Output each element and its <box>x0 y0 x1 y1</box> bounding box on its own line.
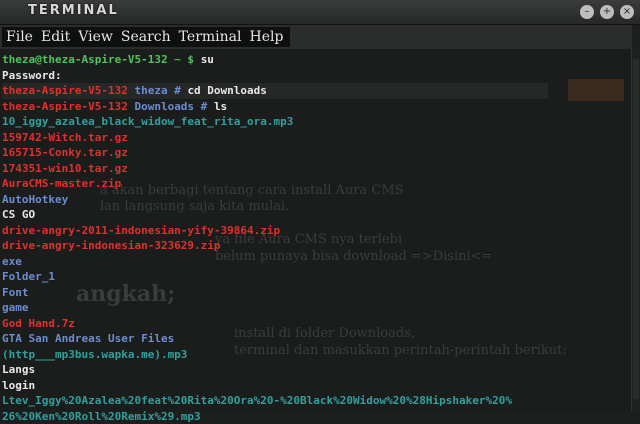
terminal-text: AuraCMS-master.zip <box>2 177 121 190</box>
terminal-line: AutoHotkey <box>2 192 548 208</box>
terminal-text: Font <box>2 286 29 299</box>
terminal-text: God Hand.7z <box>2 317 75 330</box>
terminal-text: 26%20Ken%20Roll%20Remix%29.mp3 <box>2 410 201 423</box>
terminal-line: theza-Aspire-V5-132 theza # cd Downloads <box>2 83 548 99</box>
menu-view[interactable]: View <box>74 27 117 47</box>
terminal-text: Downloads # <box>134 100 213 113</box>
menu-file[interactable]: File <box>2 27 37 47</box>
terminal-line: CS GO <box>2 207 548 223</box>
menu-bar: File Edit View Search Terminal Help <box>0 25 632 49</box>
terminal-text: 159742-Witch.tar.gz <box>2 131 128 144</box>
window-titlebar[interactable]: TERMINAL – + × <box>0 0 640 25</box>
terminal-line: 159742-Witch.tar.gz <box>2 130 548 146</box>
terminal-text: (http___mp3bus.wapka.me).mp3 <box>2 348 187 361</box>
terminal-line: 174351-win10.tar.gz <box>2 161 548 177</box>
menu-terminal[interactable]: Terminal <box>175 27 246 47</box>
terminal-line: God Hand.7z <box>2 316 548 332</box>
terminal-line: 10_iggy_azalea_black_widow_feat_rita_ora… <box>2 114 548 130</box>
terminal-text: ls <box>214 100 227 113</box>
terminal-text: login <box>2 379 35 392</box>
terminal-line: Langs <box>2 362 548 378</box>
minimize-button[interactable]: – <box>580 5 594 19</box>
terminal-line: game <box>2 300 548 316</box>
terminal-line: drive-angry-indonesian-323629.zip <box>2 238 548 254</box>
terminal-text: Ltev_Iggy%20Azalea%20feat%20Rita%20Ora%2… <box>2 394 512 407</box>
terminal-text: Folder_1 <box>2 270 55 283</box>
terminal-line: Font <box>2 285 548 301</box>
terminal-line: theza-Aspire-V5-132 Downloads # ls <box>2 99 548 115</box>
terminal-text: Password: <box>2 69 62 82</box>
menu-help[interactable]: Help <box>246 27 288 47</box>
terminal-text: theza-Aspire-V5-132 <box>2 100 134 113</box>
terminal-text: theza # <box>134 84 187 97</box>
terminal-text: theza-Aspire-V5-132 <box>2 84 134 97</box>
terminal-line: 165715-Conky.tar.gz <box>2 145 548 161</box>
terminal-line: login <box>2 378 548 394</box>
terminal-line: GTA San Andreas User Files <box>2 331 548 347</box>
terminal-text: theza@theza-Aspire-V5-132 ~ $ <box>2 53 201 66</box>
terminal-line: AuraCMS-master.zip <box>2 176 548 192</box>
terminal-output[interactable]: theza@theza-Aspire-V5-132 ~ $ suPassword… <box>2 52 548 424</box>
menu-search[interactable]: Search <box>117 27 175 47</box>
maximize-button[interactable]: + <box>600 5 614 19</box>
terminal-line: theza@theza-Aspire-V5-132 ~ $ su <box>2 52 548 68</box>
scrollbar-thumb[interactable] <box>633 59 639 399</box>
terminal-line: exe <box>2 254 548 270</box>
window-title: TERMINAL <box>28 3 119 18</box>
terminal-text: drive-angry-indonesian-323629.zip <box>2 239 221 252</box>
background-widget <box>568 79 624 101</box>
terminal-text: exe <box>2 255 22 268</box>
terminal-text: cd Downloads <box>187 84 266 97</box>
terminal-text: drive-angry-2011-indonesian-yify-39864.z… <box>2 224 280 237</box>
terminal-line: drive-angry-2011-indonesian-yify-39864.z… <box>2 223 548 239</box>
terminal-text: AutoHotkey <box>2 193 68 206</box>
terminal-line: Password: <box>2 68 548 84</box>
close-button[interactable]: × <box>620 5 634 19</box>
window-controls: – + × <box>580 5 634 19</box>
terminal-line: Ltev_Iggy%20Azalea%20feat%20Rita%20Ora%2… <box>2 393 548 409</box>
terminal-text: su <box>201 53 214 66</box>
terminal-text: Langs <box>2 363 35 376</box>
terminal-text: game <box>2 301 29 314</box>
terminal-scrollbar[interactable] <box>631 49 640 411</box>
terminal-text: 165715-Conky.tar.gz <box>2 146 128 159</box>
terminal-text: 10_iggy_azalea_black_widow_feat_rita_ora… <box>2 115 293 128</box>
terminal-line: (http___mp3bus.wapka.me).mp3 <box>2 347 548 363</box>
menu-items: File Edit View Search Terminal Help <box>2 27 290 47</box>
terminal-text: GTA San Andreas User Files <box>2 332 174 345</box>
terminal-line: Folder_1 <box>2 269 548 285</box>
menu-edit[interactable]: Edit <box>37 27 74 47</box>
terminal-text: 174351-win10.tar.gz <box>2 162 128 175</box>
terminal-text: CS GO <box>2 208 35 221</box>
